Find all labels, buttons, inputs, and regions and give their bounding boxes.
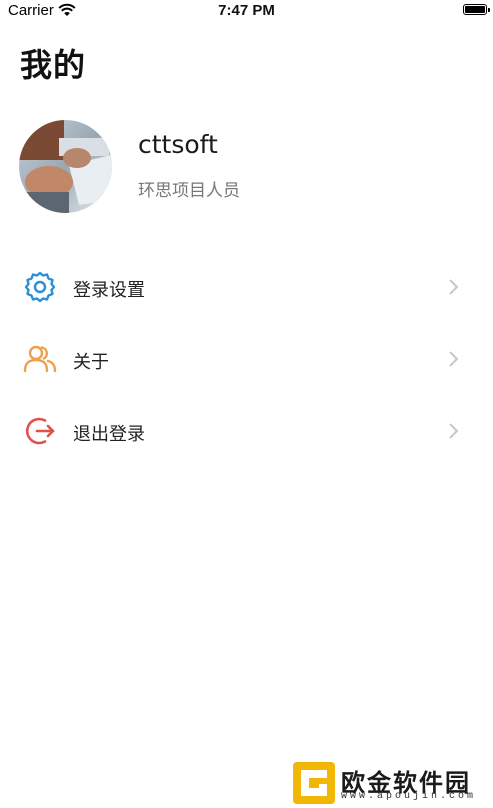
user-role: 环思项目人员 <box>138 181 240 201</box>
users-icon <box>23 345 57 373</box>
chevron-right-icon <box>449 423 459 439</box>
logout-icon <box>25 417 55 445</box>
menu-item-about[interactable]: 关于 <box>0 323 493 395</box>
menu-item-label: 登录设置 <box>73 280 145 301</box>
page-title: 我的 <box>20 46 87 84</box>
status-bar: Carrier 7:47 PM <box>0 0 493 22</box>
watermark-url: www.apoujin.com <box>341 791 477 802</box>
menu-item-logout[interactable]: 退出登录 <box>0 395 493 467</box>
watermark: 欧金软件园 www.apoujin.com <box>293 762 489 804</box>
chevron-right-icon <box>449 351 459 367</box>
watermark-logo-icon <box>293 762 335 804</box>
menu-item-label: 关于 <box>73 352 109 373</box>
menu-list: 登录设置 关于 退出登录 <box>0 251 493 467</box>
username: cttsoft <box>138 130 218 159</box>
avatar-photo <box>19 120 112 213</box>
status-time: 7:47 PM <box>218 2 275 19</box>
menu-item-login-settings[interactable]: 登录设置 <box>0 251 493 323</box>
chevron-right-icon <box>449 279 459 295</box>
battery-icon <box>463 4 490 15</box>
profile-card[interactable]: cttsoft 环思项目人员 <box>19 120 479 215</box>
gear-icon <box>24 271 56 303</box>
avatar[interactable] <box>19 120 112 213</box>
menu-item-label: 退出登录 <box>73 424 145 445</box>
